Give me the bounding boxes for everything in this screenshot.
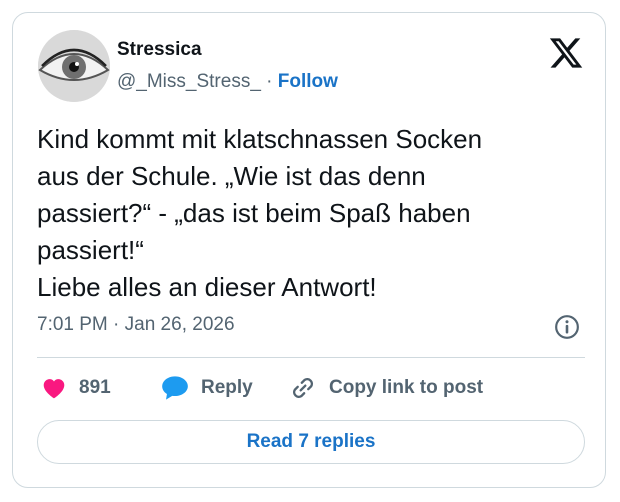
tweet-text: Kind kommt mit klatschnassen Socken aus … xyxy=(37,121,582,306)
info-icon[interactable] xyxy=(554,314,580,340)
read-replies-button[interactable]: Read 7 replies xyxy=(37,420,585,464)
speech-bubble-icon xyxy=(162,376,188,400)
like-button[interactable]: 891 xyxy=(41,373,111,403)
link-icon xyxy=(293,378,313,398)
tweet-text-line: passiert?“ - „das ist beim Spaß haben xyxy=(37,198,471,228)
tweet-timestamp[interactable]: 7:01 PM · Jan 26, 2026 xyxy=(37,314,235,336)
tweet-text-line: Liebe alles an dieser Antwort! xyxy=(37,272,377,302)
like-count: 891 xyxy=(79,377,111,398)
tweet-text-line: aus der Schule. „Wie ist das denn xyxy=(37,161,426,191)
follow-button[interactable]: Follow xyxy=(278,71,338,92)
tweet-text-line: passiert!“ xyxy=(37,235,144,265)
tweet-embed-card: Stressica @_Miss_Stress_ · Follow Kind k… xyxy=(12,12,606,488)
author-handle-row: @_Miss_Stress_ · Follow xyxy=(117,71,338,93)
avatar[interactable] xyxy=(38,30,110,102)
heart-icon xyxy=(43,379,65,399)
eye-avatar-image xyxy=(38,30,110,102)
tweet-text-line: Kind kommt mit klatschnassen Socken xyxy=(37,124,483,154)
divider xyxy=(37,357,585,358)
reply-label: Reply xyxy=(201,377,253,398)
author-handle[interactable]: @_Miss_Stress_ xyxy=(117,71,261,92)
reply-button[interactable]: Reply xyxy=(161,373,253,403)
separator-dot: · xyxy=(266,71,273,92)
author-display-name[interactable]: Stressica xyxy=(117,39,202,61)
x-logo-icon[interactable] xyxy=(548,35,584,71)
copy-link-button[interactable]: Copy link to post xyxy=(289,373,483,403)
copy-link-label: Copy link to post xyxy=(329,377,484,398)
